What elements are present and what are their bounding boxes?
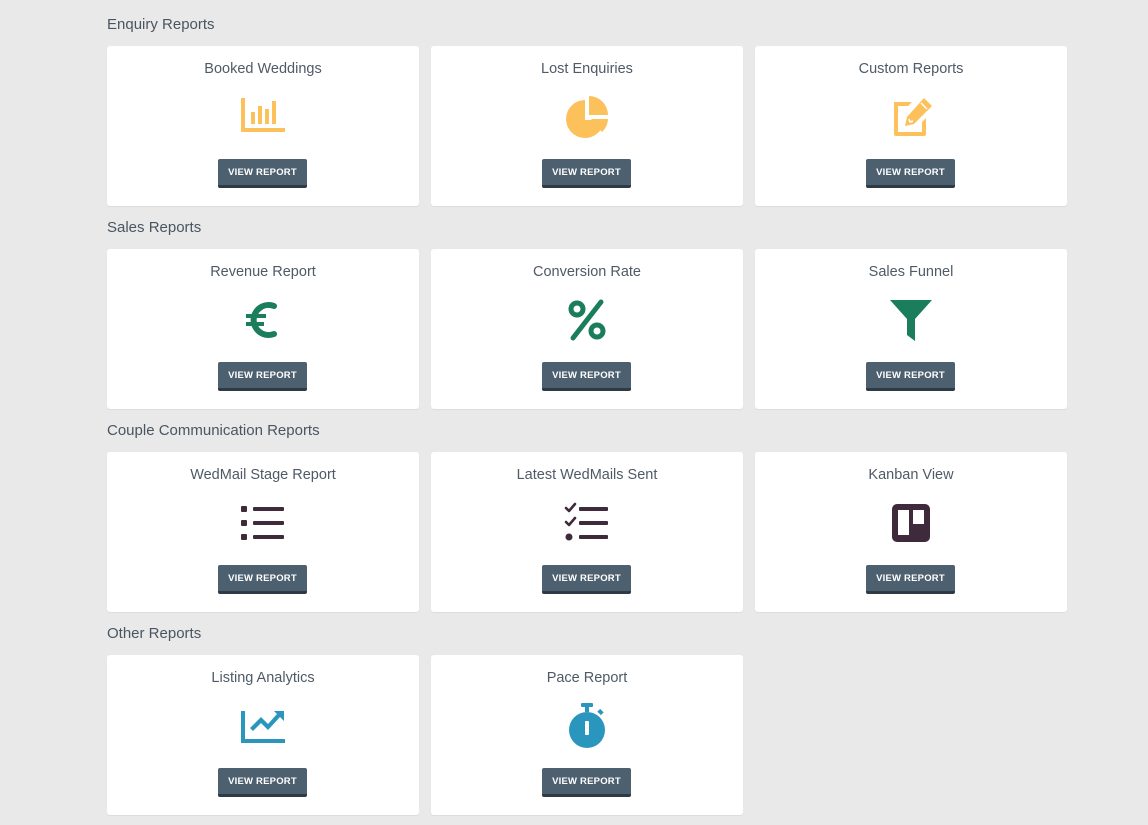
view-report-button[interactable]: VIEW REPORT [542,768,631,797]
view-report-button[interactable]: VIEW REPORT [542,565,631,594]
card-title: Kanban View [868,467,954,483]
card-title: Conversion Rate [533,264,641,280]
section-title-enquiry-reports: Enquiry Reports [107,16,215,33]
view-report-button[interactable]: VIEW REPORT [866,159,955,188]
kanban-board-icon [888,500,934,546]
section-title-couple-communication-reports: Couple Communication Reports [107,422,320,439]
bar-chart-icon [240,94,286,140]
report-card-sales-funnel: Sales Funnel VIEW REPORT [755,249,1067,409]
view-report-button[interactable]: VIEW REPORT [866,565,955,594]
view-report-button[interactable]: VIEW REPORT [218,159,307,188]
edit-icon [888,94,934,140]
card-title: Lost Enquiries [541,61,633,77]
report-card-listing-analytics: Listing Analytics VIEW REPORT [107,655,419,815]
card-title: Sales Funnel [868,264,954,280]
report-card-custom-reports: Custom Reports VIEW REPORT [755,46,1067,206]
report-card-kanban-view: Kanban View VIEW REPORT [755,452,1067,612]
view-report-button[interactable]: VIEW REPORT [542,159,631,188]
card-title: Pace Report [546,670,628,686]
report-card-wedmail-stage-report: WedMail Stage Report VIEW REPORT [107,452,419,612]
percent-icon [564,297,610,343]
list-icon [240,500,286,546]
stopwatch-icon [564,703,610,749]
view-report-button[interactable]: VIEW REPORT [542,362,631,391]
card-title: Custom Reports [858,61,964,77]
line-chart-icon [240,703,286,749]
card-title: Revenue Report [210,264,316,280]
card-title: Listing Analytics [211,670,315,686]
funnel-icon [888,297,934,343]
view-report-button[interactable]: VIEW REPORT [218,362,307,391]
card-title: Latest WedMails Sent [516,467,658,483]
report-card-lost-enquiries: Lost Enquiries VIEW REPORT [431,46,743,206]
view-report-button[interactable]: VIEW REPORT [866,362,955,391]
view-report-button[interactable]: VIEW REPORT [218,565,307,594]
section-title-other-reports: Other Reports [107,625,202,642]
checklist-icon [564,500,610,546]
report-card-latest-wedmails-sent: Latest WedMails Sent VIEW REPORT [431,452,743,612]
report-card-booked-weddings: Booked Weddings VIEW REPORT [107,46,419,206]
view-report-button[interactable]: VIEW REPORT [218,768,307,797]
euro-icon [240,297,286,343]
card-title: WedMail Stage Report [190,467,336,483]
report-card-pace-report: Pace Report VIEW REPORT [431,655,743,815]
reports-page: Enquiry Reports Booked Weddings VIEW REP… [0,0,1148,825]
report-card-revenue-report: Revenue Report VIEW REPORT [107,249,419,409]
report-card-conversion-rate: Conversion Rate VIEW REPORT [431,249,743,409]
pie-chart-icon [564,94,610,140]
card-title: Booked Weddings [204,61,322,77]
section-title-sales-reports: Sales Reports [107,219,202,236]
